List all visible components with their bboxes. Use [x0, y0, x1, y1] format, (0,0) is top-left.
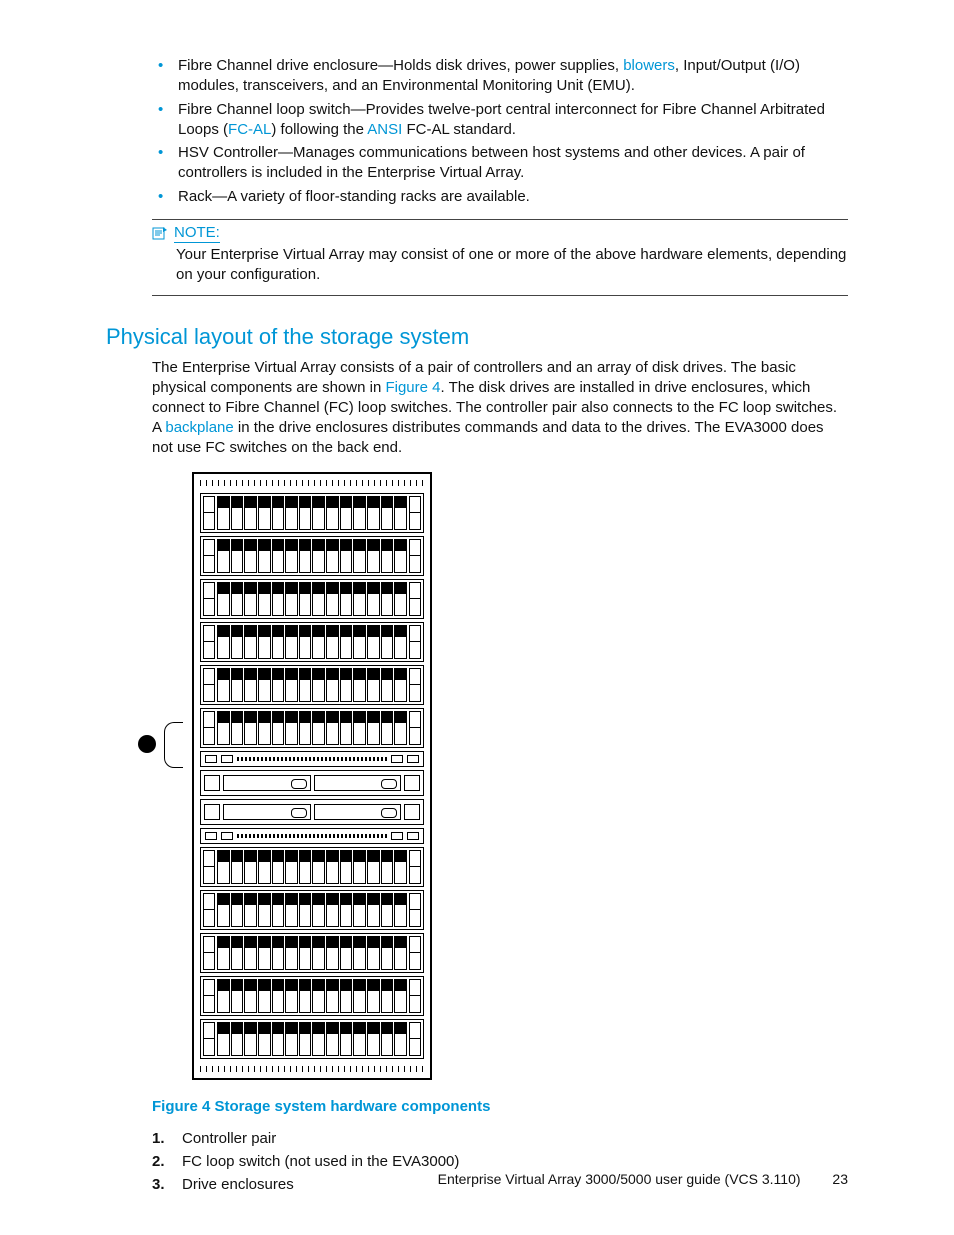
figure [152, 472, 848, 1080]
bracket-icon [164, 722, 183, 768]
bullet-item: Rack—A variety of floor-standing racks a… [152, 187, 848, 207]
bullet-item: Fibre Channel loop switch—Provides twelv… [152, 100, 848, 141]
link-figure-4[interactable]: Figure 4 [385, 379, 440, 396]
drive-enclosure [200, 579, 424, 619]
page: Fibre Channel drive enclosure—Holds disk… [0, 0, 954, 1235]
drive-enclosure [200, 933, 424, 973]
page-footer: Enterprise Virtual Array 3000/5000 user … [0, 1171, 954, 1187]
drive-enclosure [200, 536, 424, 576]
legend-item: Controller pair [152, 1127, 848, 1150]
note-icon [152, 226, 168, 240]
rack-frame [192, 472, 432, 1080]
bullet-item: HSV Controller—Manages communications be… [152, 143, 848, 184]
legend-item: FC loop switch (not used in the EVA3000) [152, 1150, 848, 1173]
text: Rack—A variety of floor-standing racks a… [178, 188, 530, 205]
drive-enclosure [200, 493, 424, 533]
link-blowers[interactable]: blowers [623, 57, 675, 74]
drive-enclosure [200, 665, 424, 705]
figure-caption: Figure 4 Storage system hardware compone… [152, 1098, 848, 1115]
rack-diagram [192, 472, 432, 1080]
rack-top-rail [200, 480, 424, 486]
drive-enclosure [200, 708, 424, 748]
drive-enclosure [200, 622, 424, 662]
drive-enclosure [200, 976, 424, 1016]
bullet-list: Fibre Channel drive enclosure—Holds disk… [152, 56, 848, 207]
section-heading: Physical layout of the storage system [106, 324, 848, 350]
rack-bottom-rail [200, 1066, 424, 1072]
text: in the drive enclosures distributes comm… [152, 419, 824, 456]
page-number: 23 [832, 1171, 848, 1187]
note-heading: NOTE: [152, 224, 848, 243]
controller [200, 770, 424, 796]
text: FC-AL standard. [402, 121, 516, 138]
callout-dot-icon [138, 735, 156, 753]
body-paragraph: The Enterprise Virtual Array consists of… [152, 358, 848, 458]
drive-enclosure [200, 847, 424, 887]
link-backplane[interactable]: backplane [165, 419, 233, 436]
note-body: Your Enterprise Virtual Array may consis… [176, 245, 848, 286]
drive-enclosure [200, 890, 424, 930]
text: ) following the [271, 121, 367, 138]
controller [200, 799, 424, 825]
drive-enclosure [200, 1019, 424, 1059]
link-fc-al[interactable]: FC-AL [228, 121, 271, 138]
text: HSV Controller—Manages communications be… [178, 144, 805, 181]
link-ansi[interactable]: ANSI [367, 121, 402, 138]
note-label: NOTE: [174, 224, 220, 243]
fc-loop-switch [200, 828, 424, 844]
note-box: NOTE: Your Enterprise Virtual Array may … [152, 219, 848, 297]
bullet-item: Fibre Channel drive enclosure—Holds disk… [152, 56, 848, 97]
footer-title: Enterprise Virtual Array 3000/5000 user … [438, 1171, 801, 1187]
fc-loop-switch [200, 751, 424, 767]
text: Fibre Channel drive enclosure—Holds disk… [178, 57, 623, 74]
